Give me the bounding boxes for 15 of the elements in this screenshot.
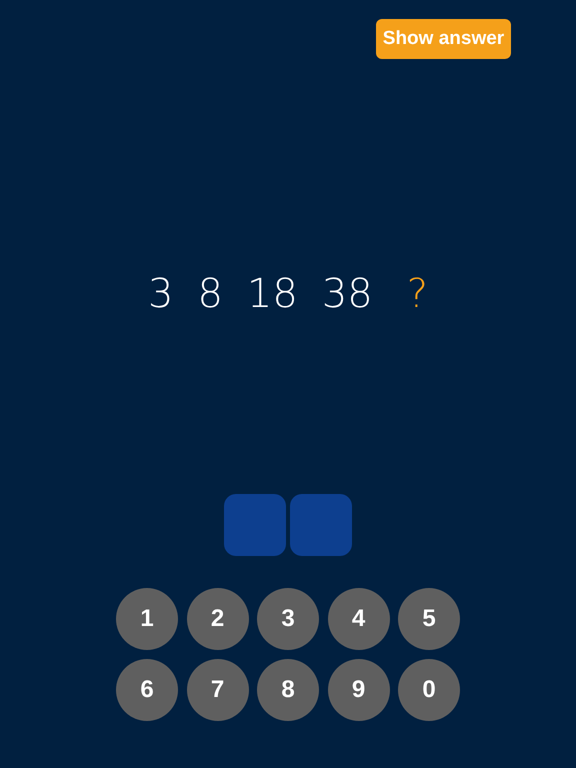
digit-key[interactable]: 0 [398,659,460,721]
digit-key[interactable]: 5 [398,588,460,650]
digit-key[interactable]: 4 [328,588,390,650]
digit-key[interactable]: 7 [186,659,248,721]
digit-key[interactable]: 6 [116,659,178,721]
sequence-number: 18 [246,270,298,319]
digit-key[interactable]: 3 [257,588,319,650]
sequence-number: 38 [322,270,373,319]
digit-key[interactable]: 1 [116,588,178,650]
sequence-number: 3 [148,270,174,319]
digit-key[interactable]: 2 [186,588,248,650]
sequence-number: 8 [197,270,223,319]
digit-key[interactable]: 8 [257,659,319,721]
digit-key[interactable]: 9 [328,659,390,721]
question-mark: ? [406,270,428,319]
